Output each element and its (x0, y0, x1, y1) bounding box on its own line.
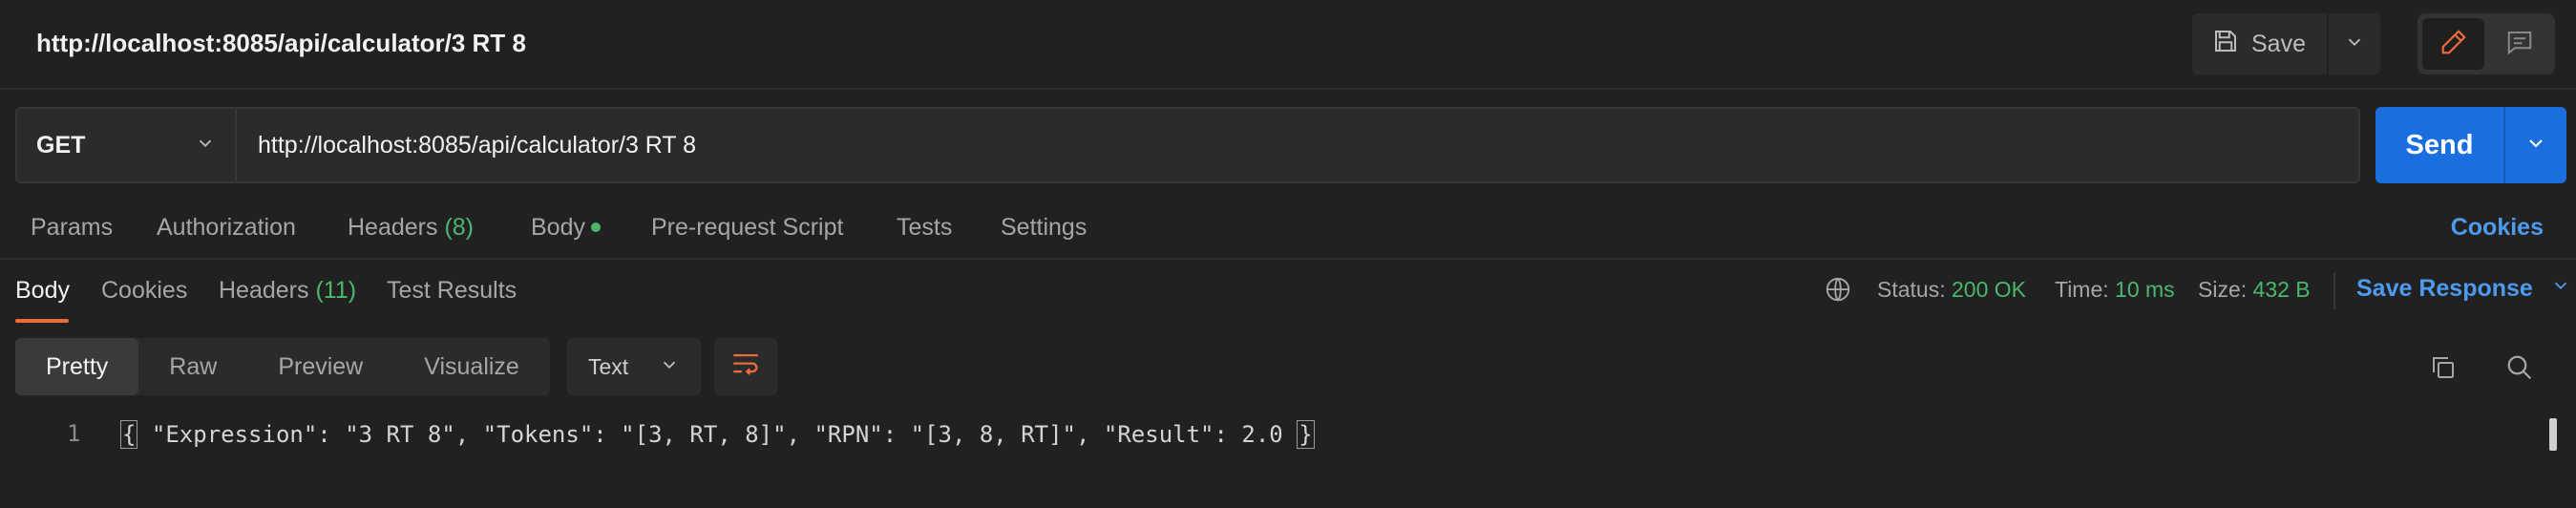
request-header: http://localhost:8085/api/calculator/3 R… (0, 0, 2576, 90)
url-bar: GET (15, 107, 2360, 183)
save-icon (2211, 27, 2240, 62)
size-label: Size: (2198, 277, 2248, 302)
view-raw-button[interactable]: Raw (138, 338, 247, 395)
pencil-icon (2439, 28, 2468, 61)
time-label: Time: (2055, 277, 2109, 302)
search-icon[interactable] (2500, 348, 2540, 388)
body-indicator-dot (590, 222, 601, 232)
status-label: Status: (1877, 277, 1946, 302)
tab-headers-count: (8) (444, 214, 475, 241)
save-response-button[interactable]: Save Response (2356, 275, 2571, 303)
response-tab-test-results[interactable]: Test Results (387, 277, 517, 305)
method-label: GET (36, 131, 86, 159)
chevron-down-icon (195, 133, 216, 159)
response-view-modes: Pretty Raw Preview Visualize (15, 338, 550, 395)
chevron-down-icon (2524, 132, 2547, 159)
time-readout: Time: 10 ms (2055, 277, 2175, 303)
tab-headers[interactable]: Headers (8) (348, 214, 474, 242)
tab-tests[interactable]: Tests (897, 214, 952, 242)
request-tabs: Params Authorization Headers (8) Body Pr… (0, 197, 2576, 260)
view-preview-button[interactable]: Preview (247, 338, 393, 395)
response-tabs: Body Cookies Headers (11) Test Results S… (0, 260, 2576, 323)
chevron-down-icon (2344, 32, 2365, 57)
close-brace: } (1297, 420, 1315, 449)
view-pretty-button[interactable]: Pretty (15, 338, 139, 395)
open-brace: { (120, 420, 138, 449)
cookies-link[interactable]: Cookies (2451, 214, 2544, 242)
response-tab-cookies[interactable]: Cookies (101, 277, 187, 305)
comment-icon (2505, 28, 2534, 61)
copy-icon[interactable] (2423, 348, 2463, 388)
chevron-down-icon (659, 354, 680, 380)
tab-authorization[interactable]: Authorization (157, 214, 296, 242)
tab-settings[interactable]: Settings (1001, 214, 1087, 242)
comment-mode-button[interactable] (2488, 18, 2550, 70)
response-body-text[interactable]: { "Expression": "3 RT 8", "Tokens": "[3,… (120, 420, 1315, 449)
save-button-group: Save (2192, 13, 2380, 74)
time-value: 10 ms (2115, 277, 2175, 302)
chevron-down-icon (2550, 275, 2571, 303)
response-tab-headers[interactable]: Headers (11) (219, 277, 356, 305)
response-tab-body[interactable]: Body (15, 277, 70, 305)
url-input[interactable] (237, 109, 2358, 181)
size-value: 432 B (2252, 277, 2311, 302)
view-visualize-button[interactable]: Visualize (393, 338, 550, 395)
line-number: 1 (67, 420, 81, 447)
edit-mode-button[interactable] (2422, 18, 2484, 70)
send-options-button[interactable] (2503, 107, 2566, 183)
tab-headers-label: Headers (348, 214, 438, 241)
active-tab-underline (15, 319, 69, 323)
format-select[interactable]: Text (567, 338, 701, 395)
globe-icon[interactable] (1824, 275, 1852, 309)
response-tab-headers-count: (11) (315, 277, 357, 304)
view-mode-toggle (2418, 13, 2555, 74)
method-select[interactable]: GET (17, 109, 237, 181)
wrap-lines-icon (729, 349, 762, 386)
response-tab-headers-label: Headers (219, 277, 309, 304)
tab-pre-request-script[interactable]: Pre-request Script (651, 214, 843, 242)
response-json: "Expression": "3 RT 8", "Tokens": "[3, R… (137, 421, 1298, 448)
save-response-label: Save Response (2356, 275, 2533, 302)
tab-body-label: Body (531, 214, 585, 241)
status-readout: Status: 200 OK (1877, 277, 2026, 303)
request-title[interactable]: http://localhost:8085/api/calculator/3 R… (36, 29, 526, 58)
format-label: Text (588, 353, 629, 379)
save-options-button[interactable] (2326, 13, 2380, 74)
status-value: 200 OK (1952, 277, 2026, 302)
save-label: Save (2251, 30, 2306, 57)
status-divider (2333, 273, 2335, 309)
tab-params[interactable]: Params (31, 214, 113, 242)
send-button-group: Send (2375, 107, 2566, 183)
wrap-lines-button[interactable] (714, 338, 777, 395)
response-body-line: 1 { "Expression": "3 RT 8", "Tokens": "[… (0, 414, 2576, 456)
save-button[interactable]: Save (2192, 13, 2327, 74)
scrollbar-thumb[interactable] (2549, 418, 2557, 451)
tab-body[interactable]: Body (531, 214, 601, 242)
send-button[interactable]: Send (2375, 107, 2503, 183)
size-readout: Size: 432 B (2198, 277, 2311, 303)
